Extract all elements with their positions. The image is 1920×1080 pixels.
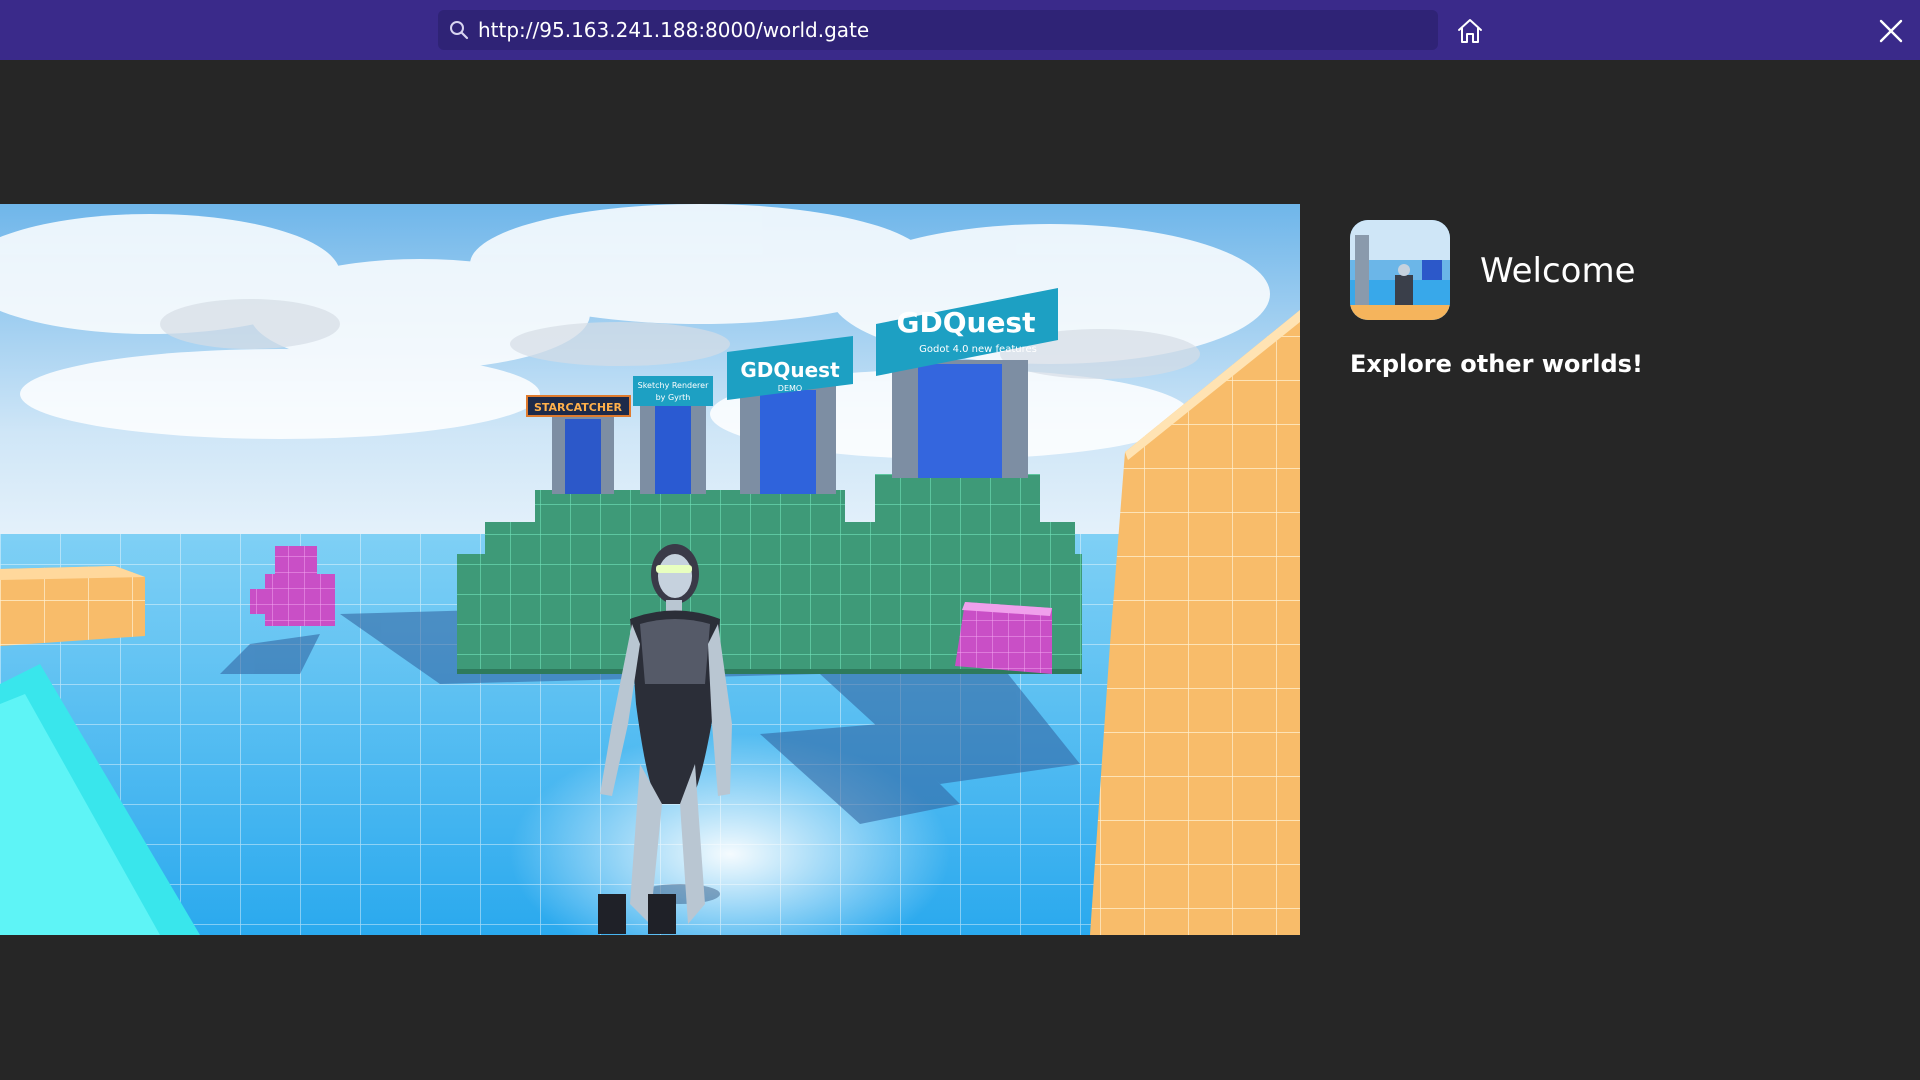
home-icon[interactable]	[1455, 16, 1485, 46]
panel-subtitle: Explore other worlds!	[1350, 350, 1643, 378]
close-icon[interactable]	[1876, 16, 1906, 46]
search-icon	[450, 21, 469, 40]
world-scene: STARCATCHER Sketchy Renderer by Gyrth GD…	[0, 204, 1300, 935]
address-bar[interactable]: http://95.163.241.188:8000/world.gate	[438, 10, 1438, 50]
world-thumbnail	[1350, 220, 1450, 320]
svg-text:GDQuest: GDQuest	[896, 306, 1035, 339]
url-text[interactable]: http://95.163.241.188:8000/world.gate	[478, 10, 869, 50]
portal-gdquest-demo: GDQuest DEMO	[727, 336, 853, 494]
svg-text:Godot 4.0 new features: Godot 4.0 new features	[919, 344, 1037, 355]
svg-text:STARCATCHER: STARCATCHER	[534, 401, 623, 414]
svg-text:Sketchy Renderer: Sketchy Renderer	[638, 381, 709, 390]
browser-toolbar: http://95.163.241.188:8000/world.gate	[0, 0, 1920, 60]
svg-text:DEMO: DEMO	[778, 384, 802, 393]
svg-text:by Gyrth: by Gyrth	[656, 393, 691, 402]
world-preview-viewport[interactable]: STARCATCHER Sketchy Renderer by Gyrth GD…	[0, 204, 1300, 935]
svg-text:GDQuest: GDQuest	[740, 358, 840, 382]
portal-sketchy-renderer: Sketchy Renderer by Gyrth	[633, 376, 713, 494]
panel-title: Welcome	[1480, 251, 1636, 291]
